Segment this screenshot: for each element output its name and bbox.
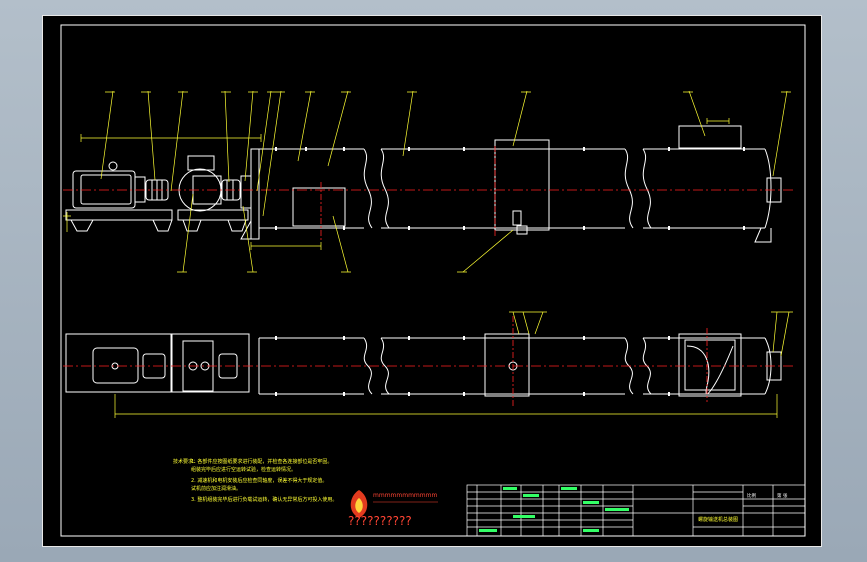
tail-end <box>764 148 772 229</box>
motor-base <box>65 209 173 221</box>
watermark-text: ?????????? <box>348 514 412 528</box>
motor-lift-eye <box>108 161 118 171</box>
note-line-5: 3. 整机组装完毕后进行负载试运转，确认无异常后方可投入使用。 <box>191 496 337 503</box>
title-block-fills <box>479 487 629 532</box>
title-block <box>466 484 806 537</box>
note-line-4: 试机前应加注润滑油。 <box>191 485 241 492</box>
drawing-canvas: 技术要求： 1. 各部件应按图纸要求进行装配，并检查各连接部位是否牢固。 组装完… <box>60 24 806 537</box>
break-mark-1 <box>363 148 390 229</box>
drawing-sheet: 技术要求： 1. 各部件应按图纸要求进行装配，并检查各连接部位是否牢固。 组装完… <box>42 15 822 547</box>
hanger-bearing <box>494 139 550 231</box>
technical-notes: 技术要求： 1. 各部件应按图纸要求进行装配，并检查各连接部位是否牢固。 组装完… <box>173 458 337 503</box>
note-line-3: 2. 减速机和电机安装后应检查同轴度，误差不得大于规定值。 <box>191 477 327 484</box>
front-dimensions <box>63 90 791 273</box>
cad-viewport[interactable]: 技术要求： 1. 各部件应按图纸要求进行装配，并检查各连接部位是否牢固。 组装完… <box>0 0 867 562</box>
motor <box>72 170 136 209</box>
inlet-hopper <box>678 125 742 149</box>
motor-top <box>92 347 139 384</box>
sheet-label: 第 张 <box>777 492 788 499</box>
top-dimensions <box>114 311 793 418</box>
note-line-1: 1. 各部件应按图纸要求进行装配，并检查各连接部位是否牢固。 <box>191 458 332 465</box>
scale-label: 比例 <box>747 492 756 499</box>
logo-caption: mmmmmmmmmmm <box>373 492 437 499</box>
hanger-top-view <box>484 333 530 397</box>
watermark-logo: mmmmmmmmmmm ?????????? <box>348 490 438 528</box>
drawing-name: 螺旋输送机总装图 <box>698 516 738 523</box>
inlet-top-view <box>678 333 742 397</box>
top-view <box>65 333 782 397</box>
outlet-box <box>292 187 346 227</box>
front-view <box>65 125 782 243</box>
note-line-2: 组装完毕后应进行空运转试验，检查运转情况。 <box>191 466 296 473</box>
reducer-base <box>177 209 249 221</box>
screw-flight <box>686 345 734 395</box>
break-mark-2 <box>624 148 652 229</box>
